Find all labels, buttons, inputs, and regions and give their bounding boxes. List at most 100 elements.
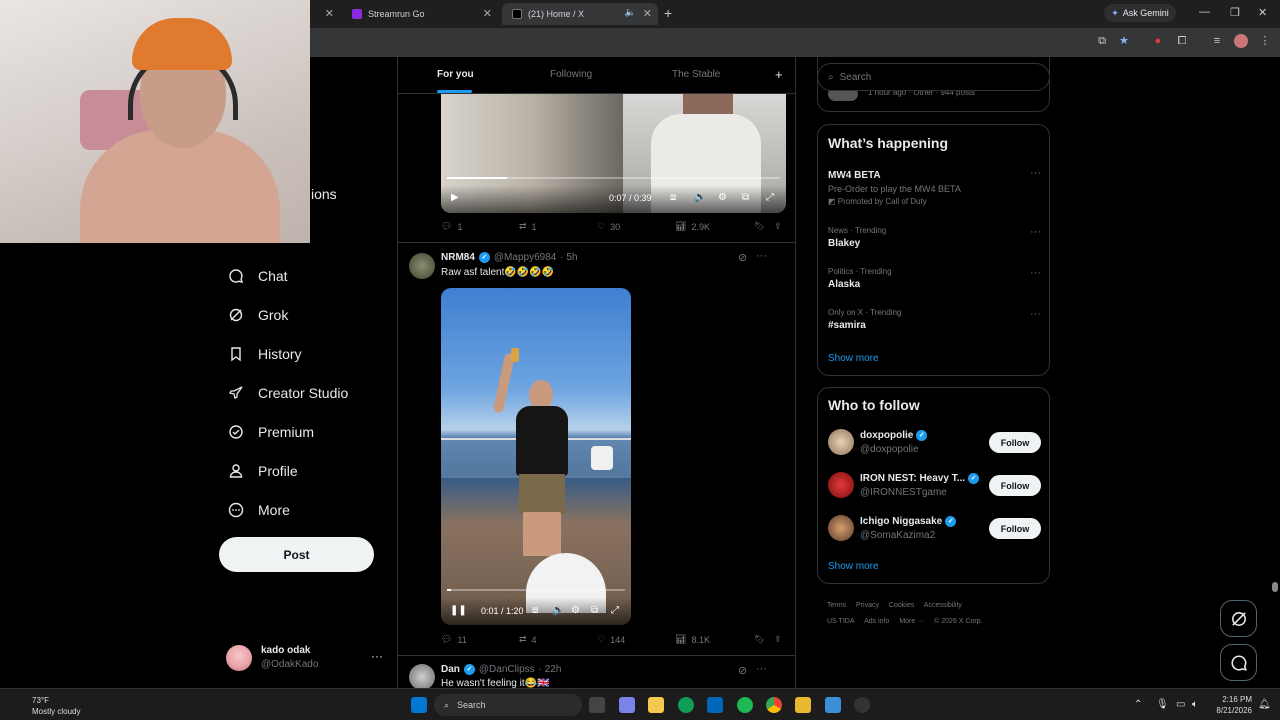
more-icon[interactable]: ··· — [1030, 308, 1041, 320]
tweet-video-player[interactable]: ❚❚ 0:01 / 1:20 ⧈ 🔈 ⚙ ⧉ ⤢ — [441, 288, 631, 625]
bookmark-button[interactable]: 🔖︎ — [754, 634, 765, 645]
install-icon[interactable]: ⧉ — [1095, 34, 1109, 48]
maximize-icon[interactable]: ❐ — [1230, 6, 1240, 19]
views-button[interactable]: 📊︎ 2.9K — [675, 221, 710, 232]
windows-start-icon[interactable] — [411, 697, 427, 713]
repost-button[interactable]: ⇄ 4 — [519, 634, 537, 645]
footer-link[interactable]: Privacy — [856, 602, 879, 609]
extensions-icon[interactable]: ⧠ — [1175, 34, 1189, 48]
follow-button[interactable]: Follow — [989, 475, 1041, 496]
trend-item[interactable]: News · Trending Blakey ··· — [828, 226, 1041, 249]
more-icon[interactable]: ··· — [1030, 226, 1041, 238]
volume-icon[interactable]: 🔈 — [552, 605, 564, 616]
like-button[interactable]: ♡ 144 — [597, 634, 625, 645]
teams-icon[interactable] — [619, 697, 635, 713]
nav-more[interactable]: More — [220, 490, 390, 529]
close-icon[interactable]: ✕ — [483, 7, 492, 20]
more-icon[interactable]: ··· — [1030, 267, 1041, 279]
spotify-icon[interactable] — [737, 697, 753, 713]
follow-suggestion[interactable]: Ichigo Niggasake ✓ @SomaKazima2 Follow — [828, 515, 1041, 545]
tab-the-stable[interactable]: The Stable — [672, 69, 720, 80]
messages-floating-button[interactable] — [1220, 644, 1257, 681]
tab-x-home[interactable]: (21) Home / X 🔈 ✕ — [502, 3, 658, 25]
captions-icon[interactable]: ⧈ — [670, 192, 676, 203]
speaker-icon[interactable]: 🔈 — [625, 7, 636, 18]
views-button[interactable]: 📊︎ 8.1K — [675, 634, 710, 645]
search-input[interactable]: ⌕ Search — [817, 63, 1050, 91]
tweet-author[interactable]: Dan ✓ @DanClipss · 22h — [441, 664, 561, 675]
taskbar-search[interactable]: ⌕ Search — [434, 694, 582, 716]
bookmark-button[interactable]: 🔖︎ — [754, 221, 765, 232]
tweet-video-player[interactable]: ▶ 0:07 / 0:39 ⧈ 🔈 ⚙ ⧉ ⤢ — [441, 94, 786, 213]
account-switcher[interactable]: kado odak @OdakKado ··· — [226, 643, 386, 675]
video-progress-bar[interactable] — [447, 177, 780, 179]
volume-icon[interactable]: 🔈 — [694, 192, 706, 203]
trend-item[interactable]: Only on X · Trending #samira ··· — [828, 308, 1041, 331]
tab-search-icon[interactable]: ≡ — [1210, 34, 1224, 48]
tweet-author[interactable]: NRM84 ✓ @Mappy6984 · 5h — [441, 252, 578, 263]
footer-link[interactable]: Accessibility — [924, 602, 962, 609]
post-button[interactable]: Post — [219, 537, 374, 572]
reply-button[interactable]: 💬︎ 1 — [441, 221, 462, 232]
ask-gemini-button[interactable]: ✦ Ask Gemini — [1104, 4, 1176, 22]
captions-icon[interactable]: ⧈ — [532, 605, 538, 616]
reply-button[interactable]: 💬︎ 11 — [441, 634, 467, 645]
microphone-icon[interactable]: 🎙︎ — [1156, 699, 1169, 710]
footer-link[interactable]: More ··· — [899, 618, 924, 625]
trend-item[interactable]: Politics · Trending Alaska ··· — [828, 267, 1041, 290]
app-icon[interactable] — [854, 697, 870, 713]
extension-record-icon[interactable]: ● — [1151, 34, 1165, 48]
store-icon[interactable] — [707, 697, 723, 713]
tab-for-you[interactable]: For you — [437, 69, 474, 80]
scrollbar-thumb[interactable] — [1272, 582, 1278, 592]
more-icon[interactable]: ··· — [1030, 167, 1041, 179]
nav-history[interactable]: History — [220, 334, 390, 373]
grok-floating-button[interactable] — [1220, 600, 1257, 637]
grok-icon[interactable]: ⊘ — [738, 664, 747, 677]
scrollbar[interactable] — [1270, 57, 1280, 688]
taskbar-clock[interactable]: 2:16 PM 8/21/2026 — [1206, 694, 1252, 716]
grok-icon[interactable]: ⊘ — [738, 251, 747, 264]
fullscreen-icon[interactable]: ⤢ — [766, 192, 774, 203]
task-view-icon[interactable] — [589, 697, 605, 713]
nav-grok[interactable]: Grok — [220, 295, 390, 334]
minimize-icon[interactable]: — — [1199, 6, 1210, 18]
avatar[interactable] — [409, 664, 435, 688]
nav-chat[interactable]: Chat — [220, 256, 390, 295]
nav-premium[interactable]: Premium — [220, 412, 390, 451]
footer-link[interactable]: Ads info — [864, 618, 889, 625]
like-button[interactable]: ♡ 30 — [597, 221, 620, 232]
show-more-link[interactable]: Show more — [828, 353, 879, 364]
settings-icon[interactable]: ⚙ — [571, 605, 580, 616]
nav-creator-studio[interactable]: Creator Studio — [220, 373, 390, 412]
avatar[interactable] — [409, 253, 435, 279]
profile-avatar-icon[interactable] — [1234, 34, 1248, 48]
footer-link[interactable]: Terms — [827, 602, 846, 609]
follow-suggestion[interactable]: doxpopolie ✓ @doxpopolie Follow — [828, 429, 1041, 459]
network-icon[interactable]: ▭ — [1176, 699, 1185, 710]
footer-link[interactable]: US TIDA — [827, 618, 855, 625]
app-icon[interactable] — [825, 697, 841, 713]
chevron-up-icon[interactable]: ⌃ — [1134, 699, 1142, 710]
more-icon[interactable]: ··· — [756, 250, 767, 262]
tab-streamrun[interactable]: Streamrun Go ✕ — [342, 3, 498, 25]
pip-icon[interactable]: ⧉ — [742, 192, 749, 203]
more-icon[interactable]: ··· — [756, 663, 767, 675]
share-button[interactable]: ⇪ — [774, 221, 782, 232]
video-progress-bar[interactable] — [447, 589, 625, 591]
nav-notifications-partial[interactable]: ions — [311, 186, 337, 202]
tab-following[interactable]: Following — [550, 69, 592, 80]
close-icon[interactable]: ✕ — [643, 7, 652, 20]
edge-icon[interactable] — [678, 697, 694, 713]
volume-icon[interactable]: 🔈︎ — [1192, 699, 1198, 710]
follow-button[interactable]: Follow — [989, 432, 1041, 453]
fullscreen-icon[interactable]: ⤢ — [611, 605, 619, 616]
show-more-link[interactable]: Show more — [828, 561, 879, 572]
pip-icon[interactable]: ⧉ — [591, 605, 598, 616]
nav-profile[interactable]: Profile — [220, 451, 390, 490]
repost-button[interactable]: ⇄ 1 — [519, 221, 537, 232]
chrome-icon[interactable] — [766, 697, 782, 713]
footer-link[interactable]: Cookies — [889, 602, 914, 609]
browser-menu-icon[interactable]: ⋮ — [1258, 34, 1272, 48]
new-tab-button[interactable]: + — [664, 5, 672, 21]
